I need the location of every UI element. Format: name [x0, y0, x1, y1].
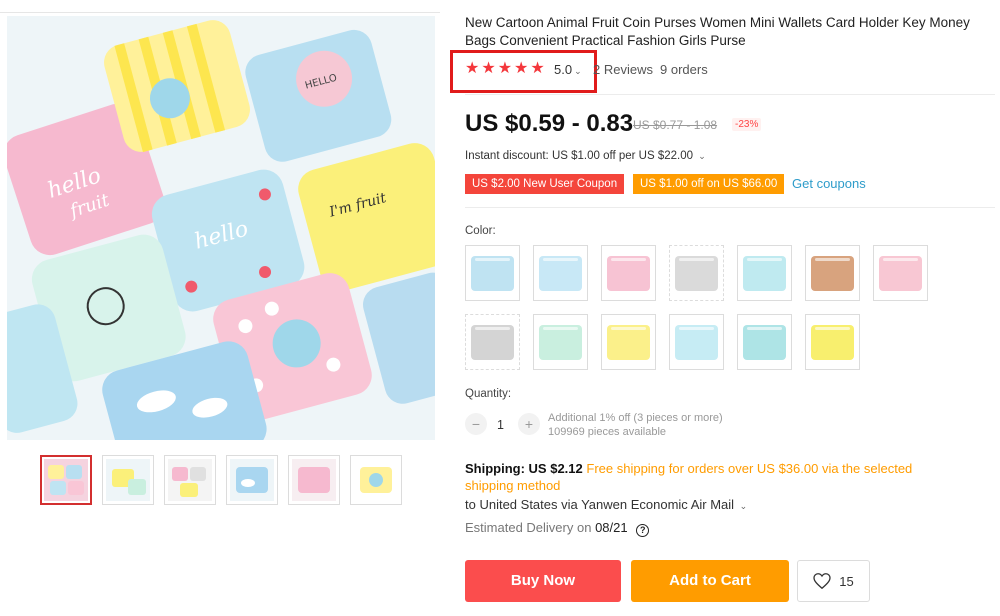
- wishlist-button[interactable]: 15: [797, 560, 870, 602]
- thumbnail-strip: [40, 455, 402, 505]
- color-option-3[interactable]: [601, 245, 656, 301]
- color-option-10[interactable]: [601, 314, 656, 370]
- color-option-13[interactable]: [805, 314, 860, 370]
- color-option-5[interactable]: [737, 245, 792, 301]
- estimated-delivery: Estimated Delivery on 08/21 ?: [465, 520, 650, 537]
- color-option-7[interactable]: [873, 245, 928, 301]
- store-coupon[interactable]: US $1.00 off on US $66.00: [633, 174, 785, 194]
- color-swatch-preview: [811, 255, 854, 291]
- zipper-mark: [611, 257, 646, 261]
- quantity-info: Additional 1% off (3 pieces or more) 109…: [548, 411, 723, 439]
- quantity-increase-button[interactable]: +: [518, 413, 540, 435]
- color-swatch-preview: [607, 255, 650, 291]
- zipper-mark: [747, 326, 782, 330]
- wishlist-count: 15: [839, 573, 854, 589]
- star-icon: ★: [465, 60, 480, 77]
- chevron-down-icon: ⌄: [574, 66, 582, 76]
- color-swatch-preview: [675, 255, 718, 291]
- color-swatch-preview: [539, 324, 582, 360]
- zipper-mark: [747, 257, 782, 261]
- color-option-6[interactable]: [805, 245, 860, 301]
- zipper-mark: [543, 326, 578, 330]
- rating-score[interactable]: 5.0 ⌄: [554, 62, 582, 77]
- color-swatch-preview: [811, 324, 854, 360]
- star-icon: ★: [514, 60, 529, 77]
- color-option-9[interactable]: [533, 314, 588, 370]
- orders-count: 9 orders: [660, 62, 708, 77]
- zipper-mark: [679, 257, 714, 261]
- color-option-1[interactable]: [465, 245, 520, 301]
- zipper-mark: [679, 326, 714, 330]
- color-option-4[interactable]: [669, 245, 724, 301]
- shipping-method-selector[interactable]: to United States via Yanwen Economic Air…: [465, 497, 747, 512]
- original-price: US $0.77 - 1.08: [633, 118, 718, 132]
- delivery-prefix: Estimated Delivery on: [465, 520, 592, 535]
- discount-badge: -23%: [732, 118, 762, 131]
- bulk-discount-note: Additional 1% off (3 pieces or more): [548, 412, 723, 424]
- instant-discount-text: Instant discount: US $1.00 off per US $2…: [465, 150, 694, 162]
- color-option-11[interactable]: [669, 314, 724, 370]
- heart-icon: [813, 573, 831, 589]
- chevron-down-icon: ⌄: [739, 501, 748, 511]
- star-icon: ★: [530, 60, 545, 77]
- zipper-mark: [815, 257, 850, 261]
- color-swatch-preview: [471, 324, 514, 360]
- buy-now-button[interactable]: Buy Now: [465, 560, 621, 602]
- zipper-mark: [475, 257, 510, 261]
- zipper-mark: [815, 326, 850, 330]
- thumbnail-4[interactable]: [226, 455, 278, 505]
- zipper-mark: [611, 326, 646, 330]
- color-option-8[interactable]: [465, 314, 520, 370]
- quantity-decrease-button[interactable]: −: [465, 413, 487, 435]
- delivery-date: 08/21: [595, 520, 628, 535]
- color-swatch-preview: [743, 255, 786, 291]
- color-swatches: [465, 245, 935, 370]
- stock-available: 109969 pieces available: [548, 426, 667, 438]
- divider: [465, 207, 995, 208]
- divider: [465, 94, 995, 95]
- thumbnail-2[interactable]: [102, 455, 154, 505]
- quantity-value[interactable]: 1: [497, 418, 504, 432]
- shipping-cost: Shipping: US $2.12: [465, 461, 583, 476]
- instant-discount[interactable]: Instant discount: US $1.00 off per US $2…: [465, 150, 706, 162]
- rating-score-value: 5.0: [554, 62, 573, 77]
- add-to-cart-button[interactable]: Add to Cart: [631, 560, 789, 602]
- product-title: New Cartoon Animal Fruit Coin Purses Wom…: [465, 15, 970, 48]
- quantity-label: Quantity:: [465, 388, 512, 400]
- color-label: Color:: [465, 225, 496, 237]
- shipping-destination: to United States via Yanwen Economic Air…: [465, 497, 735, 512]
- help-icon[interactable]: ?: [636, 524, 650, 537]
- thumbnail-1[interactable]: [40, 455, 92, 505]
- star-icon: ★: [497, 60, 513, 77]
- color-swatch-preview: [471, 255, 514, 291]
- color-swatch-preview: [743, 324, 786, 360]
- zipper-mark: [475, 326, 510, 330]
- plus-icon: +: [524, 416, 534, 432]
- color-swatch-preview: [607, 324, 650, 360]
- color-swatch-preview: [675, 324, 718, 360]
- top-divider: [0, 12, 440, 13]
- new-user-coupon[interactable]: US $2.00 New User Coupon: [465, 174, 625, 194]
- chevron-down-icon: ⌄: [698, 151, 706, 161]
- thumbnail-3[interactable]: [164, 455, 216, 505]
- shipping-info: Shipping: US $2.12 Free shipping for ord…: [465, 460, 955, 494]
- price: US $0.59 - 0.83: [465, 110, 634, 137]
- color-option-2[interactable]: [533, 245, 588, 301]
- main-product-image[interactable]: hello fruit HELLO hello I'm fruit: [7, 16, 435, 440]
- color-swatch-preview: [879, 255, 922, 291]
- color-swatch-preview: [539, 255, 582, 291]
- zipper-mark: [543, 257, 578, 261]
- minus-icon: −: [471, 416, 481, 432]
- rating-stars: ★ ★ ★ ★ ★: [465, 61, 545, 77]
- zipper-mark: [883, 257, 918, 261]
- star-icon: ★: [481, 60, 496, 77]
- get-coupons-link[interactable]: Get coupons: [792, 176, 866, 191]
- reviews-link[interactable]: 2 Reviews: [593, 62, 653, 77]
- thumbnail-5[interactable]: [288, 455, 340, 505]
- color-option-12[interactable]: [737, 314, 792, 370]
- thumbnail-6[interactable]: [350, 455, 402, 505]
